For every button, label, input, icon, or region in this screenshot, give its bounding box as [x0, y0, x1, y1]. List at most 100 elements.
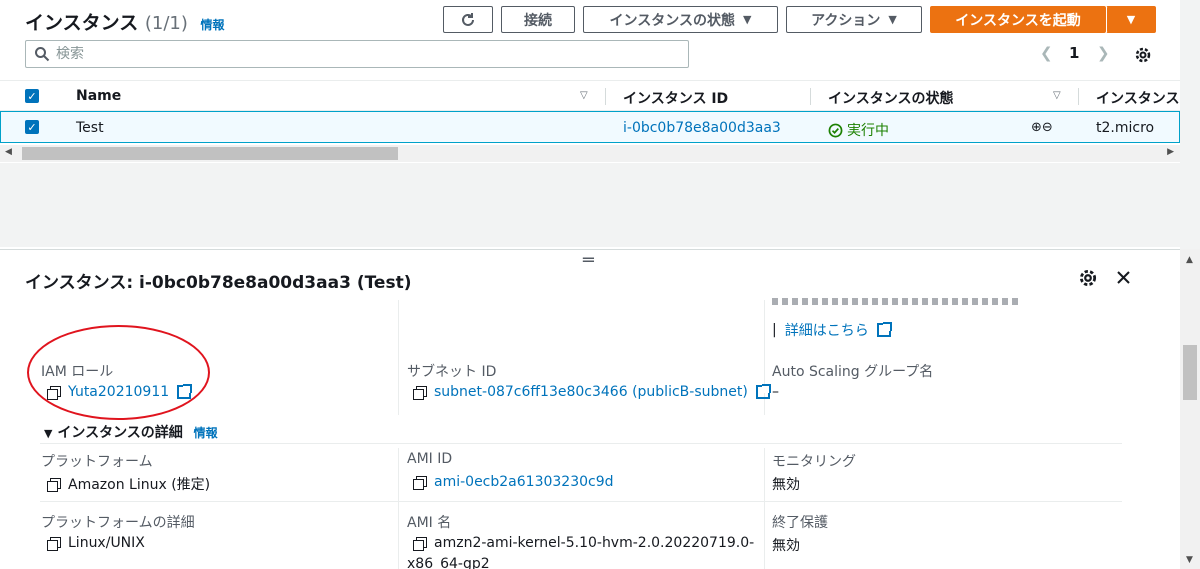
instance-name: Test — [76, 120, 104, 136]
title-text: インスタンス — [25, 12, 139, 34]
platform-label: プラットフォーム — [41, 454, 153, 470]
ami-id-value: ami-0ecb2a61303230c9d — [413, 474, 614, 490]
instance-state-status: 実行中 — [828, 120, 889, 140]
column-header-instance-state[interactable]: インスタンスの状態 — [828, 88, 953, 108]
refresh-button[interactable] — [443, 6, 493, 33]
actions-label: アクション — [811, 12, 881, 29]
ami-name-label: AMI 名 — [407, 515, 452, 531]
select-all-checkbox[interactable]: ✓ — [25, 89, 39, 103]
instance-type: t2.micro — [1096, 120, 1155, 136]
column-header-instance-type[interactable]: インスタンス — [1096, 88, 1179, 108]
platform-text: Amazon Linux (推定) — [68, 477, 211, 493]
subnet-id-label: サブネット ID — [407, 364, 497, 380]
termination-protection-value: 無効 — [772, 538, 800, 554]
scrollbar-thumb[interactable] — [1183, 345, 1197, 400]
external-link-icon[interactable] — [876, 322, 892, 337]
scroll-down-icon[interactable]: ▼ — [1186, 555, 1193, 565]
asg-name-label: Auto Scaling グループ名 — [772, 364, 934, 380]
row-divider — [40, 501, 1122, 502]
caret-down-icon: ▼ — [44, 427, 53, 440]
zoom-in-out-icon[interactable]: ⊕⊖ — [1031, 120, 1053, 135]
detail-title: インスタンス: i-0bc0b78e8a00d3aa3 (Test) — [25, 273, 412, 293]
column-divider — [810, 88, 811, 105]
instance-state-button[interactable]: インスタンスの状態 ▼ — [583, 6, 778, 33]
annotation-ellipse — [27, 325, 210, 420]
column-divider — [398, 300, 399, 415]
page-number[interactable]: 1 — [1069, 44, 1079, 62]
row-checkbox[interactable]: ✓ — [25, 120, 39, 134]
search-box[interactable] — [25, 40, 689, 68]
search-input[interactable] — [56, 46, 656, 62]
connect-button[interactable]: 接続 — [501, 6, 575, 33]
info-link[interactable]: 情報 — [201, 18, 225, 32]
section-title: インスタンスの詳細 — [57, 425, 183, 441]
column-divider — [398, 448, 399, 569]
table-row[interactable]: ✓ Test i-0bc0b78e8a00d3aa3 実行中 ⊕⊖ t2.mic… — [0, 111, 1180, 143]
ami-name-value-line2: x86_64-gp2 — [407, 556, 490, 569]
copy-icon[interactable] — [413, 475, 427, 490]
launch-dropdown-button[interactable]: ▼ — [1106, 6, 1156, 33]
column-divider — [764, 448, 765, 569]
sort-triangle-icon[interactable]: ▽ — [580, 90, 588, 101]
state-label: 実行中 — [847, 123, 889, 139]
instance-count: (1/1) — [144, 13, 188, 34]
scrollbar-thumb[interactable] — [22, 147, 398, 160]
info-link[interactable]: 情報 — [194, 426, 218, 440]
instances-list-panel: インスタンス (1/1) 情報 接続 インスタンスの状態 ▼ アクション ▼ イ… — [0, 0, 1200, 247]
platform-value: Amazon Linux (推定) — [47, 474, 210, 494]
search-icon — [35, 47, 50, 62]
copy-icon[interactable] — [413, 536, 427, 551]
caret-down-icon: ▼ — [1126, 13, 1136, 26]
copy-icon[interactable] — [47, 477, 61, 492]
column-header-name[interactable]: Name — [76, 88, 121, 104]
actions-button[interactable]: アクション ▼ — [786, 6, 922, 33]
page-scroll-area — [1180, 0, 1200, 249]
platform-details-text: Linux/UNIX — [68, 535, 145, 551]
settings-gear-icon[interactable] — [1078, 268, 1098, 288]
instance-state-label: インスタンスの状態 — [609, 12, 735, 29]
learn-more: | 詳細はこちら — [772, 320, 892, 340]
copy-icon[interactable] — [47, 536, 61, 551]
sort-triangle-icon[interactable]: ▽ — [1053, 90, 1061, 101]
section-divider — [40, 443, 1122, 444]
connect-label: 接続 — [524, 12, 552, 29]
external-link-icon[interactable] — [755, 384, 771, 399]
horizontal-scrollbar[interactable]: ◀ ▶ — [0, 145, 1180, 162]
ami-name-value: amzn2-ami-kernel-5.10-hvm-2.0.20220719.0… — [413, 535, 754, 551]
page-title: インスタンス (1/1) 情報 — [25, 8, 225, 35]
scroll-right-icon[interactable]: ▶ — [1167, 147, 1174, 157]
drag-handle-icon[interactable]: ═ — [583, 250, 594, 271]
column-divider — [605, 88, 606, 105]
platform-details-value: Linux/UNIX — [47, 535, 145, 551]
monitoring-value: 無効 — [772, 477, 800, 493]
caret-down-icon: ▼ — [742, 13, 752, 26]
instances-table-container: インスタンス (1/1) 情報 接続 インスタンスの状態 ▼ アクション ▼ イ… — [0, 0, 1200, 163]
column-divider — [1078, 88, 1079, 105]
ami-name-text: amzn2-ami-kernel-5.10-hvm-2.0.20220719.0… — [434, 535, 755, 551]
asg-name-value: – — [772, 384, 779, 400]
learn-more-link[interactable]: 詳細はこちら — [785, 320, 869, 340]
scroll-up-icon[interactable]: ▲ — [1186, 255, 1193, 265]
prev-page-icon[interactable]: ❮ — [1040, 44, 1053, 62]
close-icon[interactable] — [1116, 270, 1131, 285]
launch-instance-button[interactable]: インスタンスを起動 — [930, 6, 1106, 33]
termination-protection-label: 終了保護 — [772, 515, 828, 531]
scroll-left-icon[interactable]: ◀ — [5, 147, 12, 157]
column-header-instance-id[interactable]: インスタンス ID — [623, 88, 728, 108]
ami-id-link[interactable]: ami-0ecb2a61303230c9d — [434, 474, 614, 490]
refresh-icon — [462, 12, 474, 26]
check-circle-icon — [828, 123, 843, 137]
launch-label: インスタンスを起動 — [955, 12, 1081, 29]
detail-vertical-scrollbar[interactable]: ▲ ▼ — [1180, 249, 1200, 569]
subnet-id-link[interactable]: subnet-087c6ff13e80c3466 (publicB-subnet… — [434, 384, 748, 400]
ami-id-label: AMI ID — [407, 451, 453, 467]
copy-icon[interactable] — [413, 385, 427, 400]
table-header: ✓ Name ▽ インスタンス ID インスタンスの状態 ▽ インスタンス — [0, 80, 1180, 111]
monitoring-label: モニタリング — [772, 454, 856, 470]
platform-details-label: プラットフォームの詳細 — [41, 515, 195, 531]
next-page-icon[interactable]: ❯ — [1097, 44, 1110, 62]
instance-details-section[interactable]: ▼ インスタンスの詳細 情報 — [44, 422, 218, 442]
settings-gear-icon[interactable] — [1134, 46, 1152, 64]
instance-id-link[interactable]: i-0bc0b78e8a00d3aa3 — [623, 120, 781, 136]
caret-down-icon: ▼ — [888, 13, 897, 26]
